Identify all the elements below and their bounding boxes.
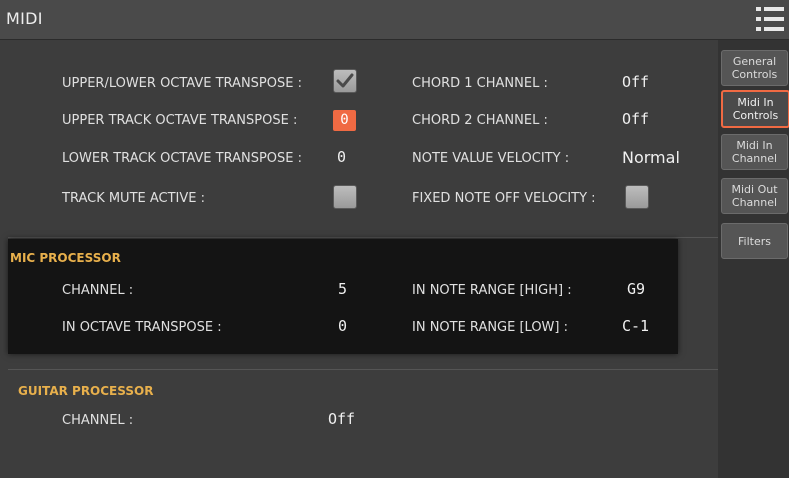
tab-label: Filters <box>738 234 771 248</box>
guitar-channel-value[interactable]: Off <box>328 410 355 428</box>
chord2-channel-label: CHORD 2 CHANNEL : <box>412 113 548 128</box>
tab-midi-out-channel[interactable]: Midi Out Channel <box>721 178 788 214</box>
mic-channel-label: CHANNEL : <box>62 283 134 298</box>
fixed-note-off-velocity-checkbox[interactable] <box>625 185 649 209</box>
midi-screen: MIDI UPPER/LOWER OCTAVE TRANSPOSE : UPPE… <box>0 0 789 478</box>
note-range-low-label: IN NOTE RANGE [LOW] : <box>412 320 568 335</box>
mic-in-octave-transpose-value[interactable]: 0 <box>338 317 347 335</box>
tab-filters[interactable]: Filters <box>721 223 788 259</box>
tab-label: Midi In Channel <box>731 139 778 165</box>
mic-in-octave-transpose-label: IN OCTAVE TRANSPOSE : <box>62 320 222 335</box>
divider <box>8 237 718 238</box>
lower-track-octave-transpose-value[interactable]: 0 <box>337 148 346 166</box>
fixed-note-off-velocity-label: FIXED NOTE OFF VELOCITY : <box>412 191 596 206</box>
upper-lower-octave-transpose-label: UPPER/LOWER OCTAVE TRANSPOSE : <box>62 76 302 91</box>
chord2-channel-value[interactable]: Off <box>622 110 649 128</box>
mic-processor-title: MIC PROCESSOR <box>10 251 121 265</box>
title-bar: MIDI <box>0 0 789 40</box>
divider <box>8 369 718 370</box>
note-range-high-label: IN NOTE RANGE [HIGH] : <box>412 283 572 298</box>
upper-track-octave-transpose-value[interactable]: 0 <box>333 110 356 131</box>
tab-sidebar: General Controls Midi In Controls Midi I… <box>718 40 789 478</box>
menu-list-icon[interactable] <box>756 7 784 31</box>
checkmark-icon <box>336 73 354 88</box>
upper-lower-octave-transpose-checkbox[interactable] <box>333 69 357 93</box>
upper-track-octave-transpose-label: UPPER TRACK OCTAVE TRANSPOSE : <box>62 113 298 128</box>
tab-label: General Controls <box>731 55 778 81</box>
tab-general-controls[interactable]: General Controls <box>721 50 788 86</box>
track-mute-active-checkbox[interactable] <box>333 185 357 209</box>
track-mute-active-label: TRACK MUTE ACTIVE : <box>62 191 205 206</box>
mic-channel-value[interactable]: 5 <box>338 280 347 298</box>
tab-label: Midi In Controls <box>732 96 779 122</box>
page-title: MIDI <box>6 9 43 28</box>
note-value-velocity-label: NOTE VALUE VELOCITY : <box>412 151 570 166</box>
tab-midi-in-controls[interactable]: Midi In Controls <box>721 90 789 128</box>
guitar-channel-label: CHANNEL : <box>62 413 134 428</box>
note-range-low-value[interactable]: C-1 <box>622 317 649 335</box>
tab-label: Midi Out Channel <box>731 183 778 209</box>
note-value-velocity-value[interactable]: Normal <box>622 148 680 167</box>
guitar-processor-title: GUITAR PROCESSOR <box>18 384 154 398</box>
note-range-high-value[interactable]: G9 <box>627 280 645 298</box>
tab-midi-in-channel[interactable]: Midi In Channel <box>721 134 788 170</box>
lower-track-octave-transpose-label: LOWER TRACK OCTAVE TRANSPOSE : <box>62 151 302 166</box>
mic-processor-panel: MIC PROCESSOR CHANNEL : 5 IN OCTAVE TRAN… <box>8 239 678 354</box>
chord1-channel-value[interactable]: Off <box>622 73 649 91</box>
chord1-channel-label: CHORD 1 CHANNEL : <box>412 76 548 91</box>
